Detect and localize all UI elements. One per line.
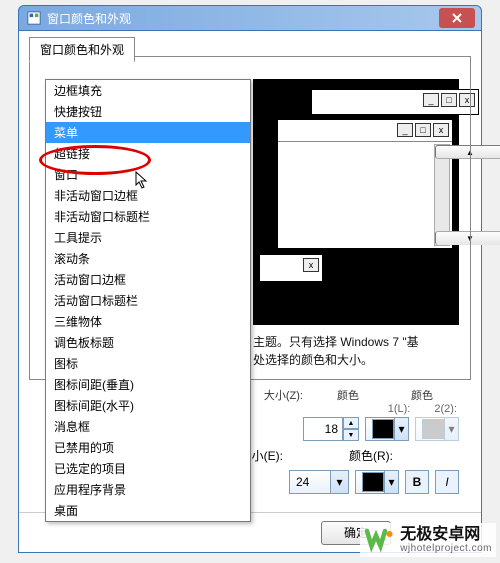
dropdown-option[interactable]: 菜单 <box>46 122 250 143</box>
size-spinner[interactable]: ▲▼ <box>303 417 359 441</box>
close-button[interactable] <box>439 8 475 28</box>
dropdown-option[interactable]: 超链接 <box>46 143 250 164</box>
chevron-down-icon[interactable]: ▾ <box>384 471 398 493</box>
watermark-logo-icon <box>364 525 394 555</box>
palette-icon <box>27 11 41 25</box>
dropdown-option[interactable]: 图标间距(垂直) <box>46 374 250 395</box>
color-swatch <box>422 419 444 439</box>
close-icon <box>452 13 462 23</box>
dialog-title: 窗口颜色和外观 <box>47 10 131 27</box>
watermark: 无极安卓网 wjhotelproject.com <box>360 523 496 557</box>
chevron-down-icon[interactable]: ▾ <box>330 471 348 493</box>
color2-picker: ▾ <box>415 417 459 441</box>
font-color-label: 颜色(R): <box>349 447 393 464</box>
dropdown-option[interactable]: 工具提示 <box>46 227 250 248</box>
font-size-combobox[interactable]: 24 ▾ <box>289 470 349 494</box>
dropdown-option[interactable]: 非活动窗口边框 <box>46 185 250 206</box>
dropdown-option[interactable]: 图标 <box>46 353 250 374</box>
dropdown-option[interactable]: 窗口 <box>46 164 250 185</box>
bold-button[interactable]: B <box>405 470 429 494</box>
dropdown-option[interactable]: 三维物体 <box>46 311 250 332</box>
dropdown-option[interactable]: 边框填充 <box>46 80 250 101</box>
dialog-body: 窗口颜色和外观 _ □ x _ □ x ▲ ▼ x <box>18 31 482 553</box>
item-dropdown-list[interactable]: 边框填充快捷按钮菜单超链接窗口非活动窗口边框非活动窗口标题栏工具提示滚动条活动窗… <box>45 79 251 522</box>
dialog-titlebar: 窗口颜色和外观 <box>18 5 482 31</box>
dropdown-option[interactable]: 活动窗口标题栏 <box>46 290 250 311</box>
dropdown-option[interactable]: 图标间距(水平) <box>46 395 250 416</box>
chevron-down-icon: ▾ <box>444 418 458 440</box>
size-input[interactable] <box>303 417 343 441</box>
dropdown-option[interactable]: 滚动条 <box>46 248 250 269</box>
dropdown-option[interactable]: 调色板标题 <box>46 332 250 353</box>
tab-appearance[interactable]: 窗口颜色和外观 <box>29 37 135 62</box>
spin-up-icon[interactable]: ▲ <box>343 417 359 429</box>
dropdown-option[interactable]: 活动窗口边框 <box>46 269 250 290</box>
italic-button[interactable]: I <box>435 470 459 494</box>
dropdown-option[interactable]: 消息框 <box>46 416 250 437</box>
dropdown-option[interactable]: 应用程序背景 <box>46 479 250 500</box>
dropdown-option[interactable]: 快捷按钮 <box>46 101 250 122</box>
color-swatch <box>372 419 394 439</box>
dropdown-option[interactable]: 非活动窗口标题栏 <box>46 206 250 227</box>
color-swatch <box>362 472 384 492</box>
color1-picker[interactable]: ▾ <box>365 417 409 441</box>
dropdown-option[interactable]: 已禁用的项 <box>46 437 250 458</box>
dropdown-option[interactable]: 桌面 <box>46 500 250 521</box>
chevron-down-icon[interactable]: ▾ <box>394 418 408 440</box>
font-color-picker[interactable]: ▾ <box>355 470 399 494</box>
watermark-name: 无极安卓网 <box>400 526 492 544</box>
watermark-url: wjhotelproject.com <box>400 543 492 554</box>
spin-down-icon[interactable]: ▼ <box>343 429 359 441</box>
dropdown-option[interactable]: 已选定的项目 <box>46 458 250 479</box>
